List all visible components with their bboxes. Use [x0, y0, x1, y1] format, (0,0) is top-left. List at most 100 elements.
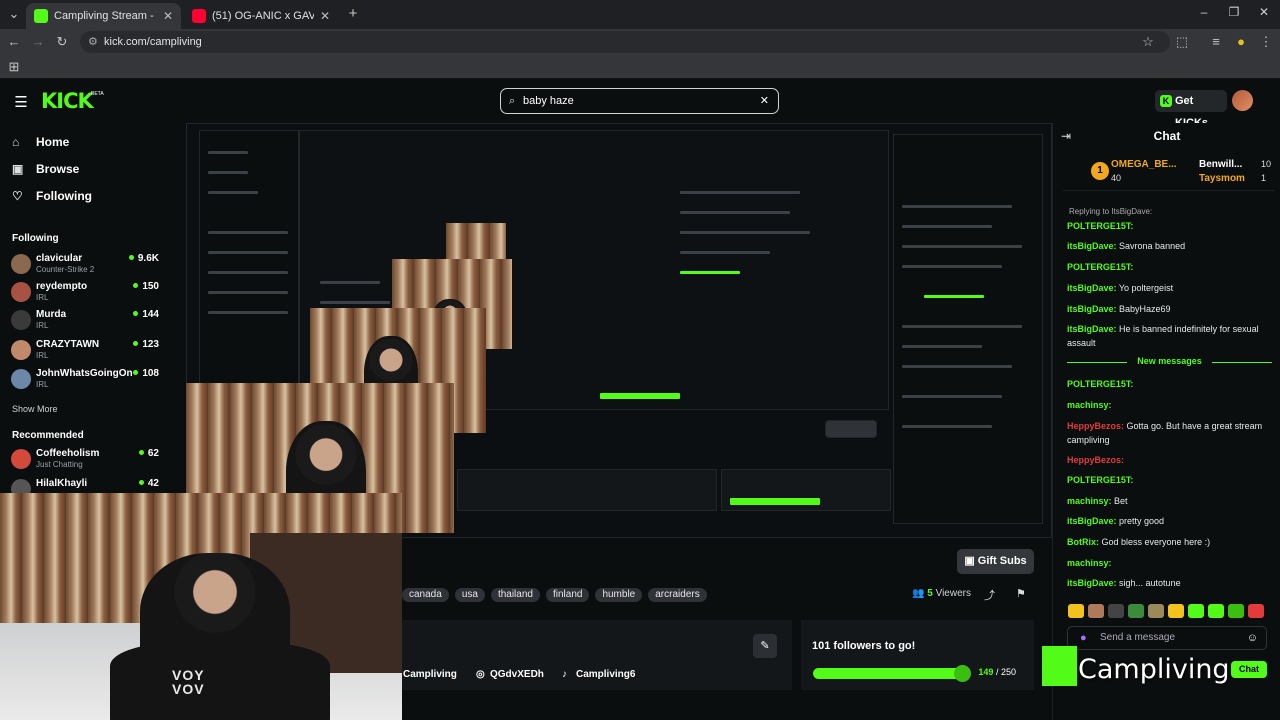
new-tab-button[interactable]: + — [345, 5, 361, 22]
avatar — [11, 254, 31, 274]
profile-icon[interactable]: ● — [1233, 34, 1249, 49]
sidebar-item-following[interactable]: ♡ Following — [12, 189, 92, 203]
media-icon[interactable]: ≡ — [1208, 34, 1224, 49]
site-info-icon[interactable]: ⚙ — [88, 31, 98, 53]
tag[interactable]: arcraiders — [648, 588, 707, 602]
emote-icon[interactable] — [1248, 604, 1264, 618]
avatar — [11, 282, 31, 302]
rank-badge: 1 — [1091, 162, 1109, 180]
restore-icon[interactable]: ❐ — [1224, 5, 1244, 19]
emote-icon[interactable] — [1108, 604, 1124, 618]
share-icon[interactable]: ⤴ — [984, 587, 995, 603]
hamburger-menu-icon[interactable]: ☰ — [13, 93, 29, 111]
close-tab-icon[interactable]: ✕ — [163, 9, 173, 23]
tag[interactable]: canada — [402, 588, 449, 602]
emote-icon[interactable] — [1068, 604, 1084, 618]
tab-title: (51) OG-ANIC x GAVIN D : a — [212, 10, 314, 22]
tiktok-link[interactable]: Campliving6 — [576, 669, 635, 680]
tab-search-icon[interactable]: ⌄ — [6, 6, 22, 22]
youtube-favicon-icon — [192, 9, 206, 23]
gifter-name: Benwill... — [1199, 159, 1243, 170]
chat-message: POLTERGE15T: — [1067, 475, 1134, 485]
tag-list: canada usa thailand finland humble arcra… — [402, 588, 707, 602]
tag[interactable]: humble — [595, 588, 643, 602]
browse-icon: ▣ — [12, 162, 24, 176]
show-more-link[interactable]: Show More — [12, 404, 58, 414]
follow-icon[interactable]: ⚑ — [1016, 587, 1026, 600]
reply-hint: Replying to ItsBigDave: — [1069, 207, 1153, 216]
gift-icon: ▣ — [964, 555, 978, 567]
discord-icon: ◎ — [476, 669, 485, 680]
get-kicks-button[interactable]: K Get KICKs — [1155, 90, 1227, 129]
minimize-icon[interactable]: – — [1194, 5, 1214, 19]
menu-icon[interactable]: ⋮ — [1258, 34, 1274, 50]
extensions-icon[interactable]: ⬚ — [1174, 34, 1190, 50]
emoji-icon[interactable]: ☺ — [1247, 627, 1258, 649]
viewer-counter: 👥 5 Viewers — [912, 588, 971, 599]
tag[interactable]: usa — [454, 588, 485, 602]
kick-watermark-icon — [1042, 646, 1077, 686]
recursive-links — [457, 469, 717, 511]
viewers-count: 5 — [927, 588, 933, 599]
forward-icon[interactable]: → — [30, 34, 46, 49]
discord-link[interactable]: QGdvXEDh — [490, 669, 544, 680]
recommended-channel[interactable]: Coffeeholism Just Chatting 62 — [11, 448, 159, 474]
reload-icon[interactable]: ↻ — [54, 34, 70, 50]
viewer-count: 62 — [139, 448, 159, 459]
heart-icon: ♡ — [12, 189, 23, 203]
clear-search-icon[interactable]: ✕ — [760, 89, 769, 113]
user-avatar[interactable] — [1232, 90, 1253, 111]
recursive-chat — [893, 134, 1043, 524]
sidebar-item-browse[interactable]: ▣ Browse — [12, 162, 79, 176]
emote-icon[interactable] — [1148, 604, 1164, 618]
viewer-count: 123 — [133, 339, 159, 350]
chat-send-button[interactable]: Chat — [1231, 661, 1267, 678]
chat-title: Chat — [1153, 129, 1181, 143]
emote-icon[interactable] — [1088, 604, 1104, 618]
apps-icon[interactable]: ⊞ — [6, 59, 22, 75]
tab-youtube[interactable]: (51) OG-ANIC x GAVIN D : a ✕ — [184, 3, 338, 29]
back-icon[interactable]: ← — [6, 34, 22, 49]
following-channel[interactable]: clavicular Counter-Strike 2 9.6K — [11, 253, 159, 279]
url-text: kick.com/campliving — [104, 36, 202, 48]
chat-message: itsBigDave: He is banned indefinitely fo… — [1067, 324, 1259, 348]
following-channel[interactable]: reydempto IRL 150 — [11, 281, 159, 307]
chat-message: itsBigDave: BabyHaze69 — [1067, 304, 1171, 314]
tag[interactable]: thailand — [490, 588, 540, 602]
emote-icon[interactable] — [1208, 604, 1224, 618]
chat-message: HeppyBezos: Gotta go. But have a great s… — [1067, 421, 1263, 445]
close-window-icon[interactable]: ✕ — [1254, 5, 1274, 19]
tab-kick[interactable]: Campliving Stream - Watch Live ✕ — [26, 3, 181, 29]
viewer-count: 144 — [133, 309, 159, 320]
chat-message: machinsy: Bet — [1067, 496, 1128, 506]
sidebar-item-home[interactable]: ⌂ Home — [12, 135, 69, 149]
emote-icon[interactable] — [1188, 604, 1204, 618]
emote-icon[interactable] — [1168, 604, 1184, 618]
kick-k-icon: K — [1160, 95, 1172, 107]
chat-message: POLTERGE15T: — [1067, 221, 1134, 231]
chat-message: machinsy: — [1067, 558, 1112, 568]
viewers-icon: 👥 — [912, 588, 928, 599]
chat-message: HeppyBezos: — [1067, 455, 1125, 465]
tag[interactable]: finland — [545, 588, 590, 602]
following-channel[interactable]: JohnWhatsGoingOn IRL 108 — [11, 368, 159, 394]
channel-name: Murda — [36, 309, 66, 320]
url-field[interactable]: ⚙ kick.com/campliving — [80, 31, 1170, 53]
edit-icon[interactable]: ✎ — [753, 634, 777, 658]
search-input[interactable]: ⌕ baby haze ✕ — [500, 88, 779, 114]
emote-icon[interactable] — [1128, 604, 1144, 618]
viewer-count: 150 — [133, 281, 159, 292]
kick-link[interactable]: Campliving — [403, 669, 457, 680]
bookmark-star-icon[interactable]: ☆ — [1140, 34, 1156, 50]
gifter-name: OMEGA_BE... — [1111, 159, 1177, 170]
avatar — [11, 369, 31, 389]
chat-message: machinsy: — [1067, 400, 1112, 410]
close-tab-icon[interactable]: ✕ — [320, 9, 330, 23]
following-channel[interactable]: Murda IRL 144 — [11, 309, 159, 335]
kick-logo[interactable]: KICK — [41, 89, 94, 113]
emote-icon[interactable] — [1228, 604, 1244, 618]
following-heading: Following — [12, 233, 59, 244]
viewer-count: 108 — [133, 368, 159, 379]
gift-subs-button[interactable]: ▣ Gift Subs — [957, 549, 1034, 574]
following-channel[interactable]: CRAZYTAWN IRL 123 — [11, 339, 159, 365]
